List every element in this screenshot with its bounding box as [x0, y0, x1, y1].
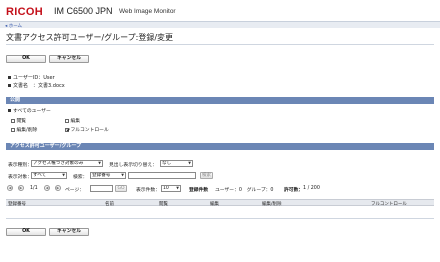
checkbox-icon[interactable]: [65, 118, 69, 123]
per-page-select[interactable]: 10 ▼: [161, 185, 181, 192]
column-header-edit: 編集: [210, 201, 219, 207]
display-type-select[interactable]: アクセス権つき対象のみ ▼: [31, 160, 103, 167]
ok-button-top[interactable]: OK: [6, 55, 46, 63]
perm-full-control-checkbox[interactable]: フルコントロール: [65, 126, 109, 133]
perm-read-label: 閲覧: [16, 119, 27, 124]
heading-switch-value: なし: [162, 161, 172, 166]
perm-edit-checkbox[interactable]: 編集: [65, 117, 80, 124]
column-header-name[interactable]: 名前: [105, 201, 114, 207]
permitted-count-value: 1 / 200: [303, 186, 320, 191]
chevron-down-icon: ▼: [176, 186, 179, 190]
display-target-label: 表示対象：: [8, 175, 32, 180]
column-header-reg-number[interactable]: 登録番号: [8, 201, 26, 207]
page-indicator: 1/1: [30, 186, 38, 191]
access-table-header: 登録番号 名前 閲覧 編集 編集/削除 フルコントロール: [6, 199, 434, 207]
page-input[interactable]: [90, 185, 113, 192]
public-section-heading: 公開: [6, 97, 434, 104]
heading-switch-select[interactable]: なし ▼: [160, 160, 193, 167]
first-page-icon[interactable]: ◀: [44, 185, 50, 191]
search-label: 検索：: [73, 175, 88, 180]
document-name-text: 文書名 ：文書3.docx: [13, 83, 65, 89]
display-target-select[interactable]: すべて ▼: [31, 172, 67, 179]
bullet-icon: [8, 75, 11, 79]
display-target-value: すべて: [33, 173, 47, 178]
ok-button-bottom[interactable]: OK: [6, 228, 46, 236]
page-label: ページ：: [65, 188, 85, 193]
column-header-read: 閲覧: [159, 201, 168, 207]
ricoh-logo: RICOH: [6, 6, 43, 18]
all-users-label: すべてのユーザー: [8, 107, 51, 114]
device-model: IM C6500 JPN: [54, 6, 113, 16]
chevron-down-icon: ▼: [62, 173, 65, 177]
title-divider: [6, 44, 434, 45]
perm-edit-delete-checkbox[interactable]: 編集/削除: [11, 126, 37, 133]
home-link[interactable]: ◂ ホーム: [5, 23, 22, 29]
permitted-count-label: 許可数：: [284, 188, 304, 193]
chevron-down-icon: ▼: [98, 161, 101, 165]
count-summary: ユーザー：0 グループ：0: [215, 188, 274, 193]
search-field-select[interactable]: 登録番号 ▼: [90, 172, 126, 179]
app-header: RICOH IM C6500 JPN Web Image Monitor: [0, 0, 440, 21]
chevron-down-icon: ▼: [121, 173, 124, 177]
cancel-button-bottom[interactable]: キャンセル: [49, 228, 89, 236]
display-type-label: 表示種別：: [8, 163, 32, 168]
heading-switch-label: 見出し表示切り替え：: [109, 163, 157, 168]
display-type-value: アクセス権つき対象のみ: [33, 161, 84, 166]
document-name-info: 文書名 ：文書3.docx: [8, 82, 65, 89]
per-page-label: 表示件数：: [136, 188, 160, 193]
chevron-down-icon: ▼: [188, 161, 191, 165]
search-input[interactable]: [128, 172, 196, 179]
go-button[interactable]: GO: [115, 185, 127, 192]
all-users-text: すべてのユーザー: [13, 109, 51, 114]
checkbox-checked-icon[interactable]: [65, 127, 69, 132]
perm-read-checkbox[interactable]: 閲覧: [11, 117, 26, 124]
last-page-icon[interactable]: ▶: [55, 185, 61, 191]
breadcrumb-bar: ◂ ホーム: [0, 21, 440, 29]
search-field-value: 登録番号: [92, 173, 111, 178]
search-button[interactable]: 検索: [200, 172, 213, 179]
perm-full-control-label: フルコントロール: [70, 128, 109, 133]
per-page-value: 10: [163, 186, 169, 191]
user-id-text: ユーザーID：User: [13, 75, 55, 81]
column-header-edit-delete: 編集/削除: [262, 201, 282, 207]
bullet-icon: [8, 83, 11, 87]
checkbox-icon[interactable]: [11, 118, 15, 123]
perm-edit-label: 編集: [70, 119, 81, 124]
column-header-full-control: フルコントロール: [371, 201, 407, 207]
count-summary-label: 登録件数: [189, 188, 209, 193]
prev-page-icon[interactable]: ◀: [7, 185, 13, 191]
next-page-icon[interactable]: ▶: [18, 185, 24, 191]
user-id-info: ユーザーID：User: [8, 74, 55, 81]
cancel-button-top[interactable]: キャンセル: [49, 55, 89, 63]
perm-edit-delete-label: 編集/削除: [16, 128, 38, 133]
product-name: Web Image Monitor: [119, 8, 176, 15]
bullet-icon: [8, 109, 11, 112]
checkbox-icon[interactable]: [11, 127, 15, 132]
access-section-heading: アクセス許可ユーザー/グループ: [6, 143, 434, 150]
footer-divider: [6, 218, 434, 219]
page-title: 文書アクセス許可ユーザー/グループ:登録/変更: [6, 33, 174, 42]
